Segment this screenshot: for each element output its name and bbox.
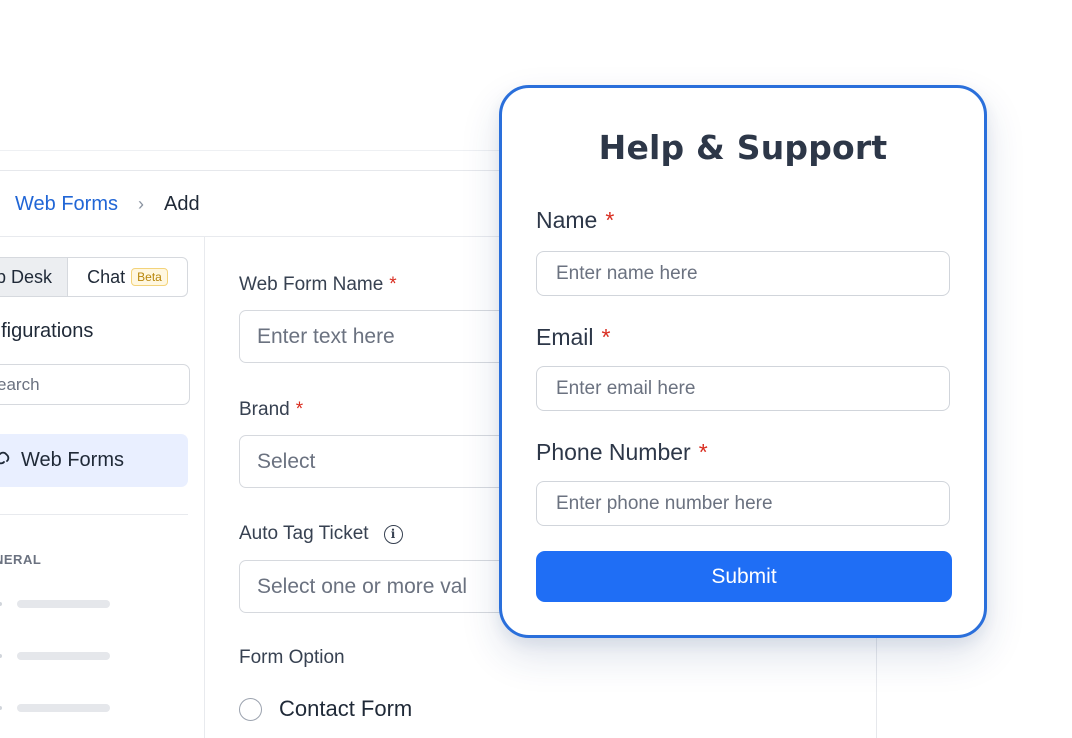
card-name-label: Name * — [536, 207, 614, 234]
card-phone-label-text: Phone Number — [536, 439, 691, 465]
sidebar-section-label: NERAL — [0, 552, 42, 567]
breadcrumb-link-web-forms[interactable]: Web Forms — [15, 193, 118, 216]
card-title: Help & Support — [598, 128, 888, 167]
auto-tag-label-text: Auto Tag Ticket — [239, 523, 369, 544]
brand-label: Brand * — [239, 399, 303, 421]
required-asterisk: * — [389, 274, 397, 295]
info-icon[interactable]: i — [383, 524, 403, 544]
auto-tag-label: Auto Tag Ticket i — [239, 523, 403, 545]
card-email-label-text: Email — [536, 324, 594, 350]
radio-contact-form[interactable]: Contact Form — [239, 696, 412, 722]
skeleton-line — [17, 704, 110, 712]
required-asterisk: * — [698, 439, 708, 465]
brand-select[interactable]: Select — [239, 435, 539, 488]
card-email-label: Email * — [536, 324, 610, 351]
skeleton-line — [17, 600, 110, 608]
name-input[interactable]: Enter name here — [536, 251, 950, 296]
sidebar-divider — [204, 237, 205, 738]
web-form-name-label: Web Form Name * — [239, 274, 397, 296]
sidebar-item-web-forms[interactable]: Web Forms — [0, 434, 188, 487]
radio-circle[interactable] — [239, 697, 262, 721]
product-switcher: p Desk Chat Beta — [0, 257, 188, 297]
web-form-name-input[interactable]: Enter text here — [239, 310, 539, 363]
required-asterisk: * — [605, 207, 615, 233]
tab-chat-label: Chat — [87, 266, 126, 287]
page: Web Forms › Add p Desk Chat Beta nfigura… — [0, 0, 1072, 738]
form-option-label: Form Option — [239, 647, 345, 669]
skeleton-dot — [0, 654, 2, 658]
skeleton-dot — [0, 602, 2, 606]
brand-label-text: Brand — [239, 399, 290, 420]
phone-placeholder: Enter phone number here — [556, 492, 773, 514]
help-support-card: Help & Support Name * Enter name here Em… — [499, 85, 987, 638]
breadcrumb: Web Forms › Add — [15, 188, 200, 220]
radio-contact-form-label: Contact Form — [279, 696, 413, 721]
web-form-name-label-text: Web Form Name — [239, 274, 384, 295]
required-asterisk: * — [295, 399, 304, 420]
sidebar-heading: nfigurations — [0, 320, 94, 342]
beta-badge: Beta — [131, 268, 168, 286]
email-input[interactable]: Enter email here — [536, 366, 950, 411]
submit-button[interactable]: Submit — [536, 551, 952, 602]
name-placeholder: Enter name here — [556, 262, 698, 284]
sidebar-separator — [0, 514, 188, 515]
email-placeholder: Enter email here — [556, 377, 696, 399]
sidebar-search-input[interactable]: earch — [0, 364, 190, 405]
skeleton-dot — [0, 706, 2, 710]
card-name-label-text: Name — [536, 207, 598, 233]
link-icon — [0, 447, 12, 475]
sidebar-item-web-forms-label: Web Forms — [21, 449, 124, 471]
card-phone-label: Phone Number * — [536, 439, 708, 466]
tab-help-desk-label: p Desk — [0, 266, 53, 287]
tab-chat[interactable]: Chat Beta — [68, 258, 187, 296]
skeleton-line — [17, 652, 110, 660]
phone-input[interactable]: Enter phone number here — [536, 481, 950, 526]
tab-help-desk[interactable]: p Desk — [0, 258, 68, 296]
auto-tag-select[interactable]: Select one or more val — [239, 560, 539, 613]
web-form-name-placeholder: Enter text here — [257, 324, 395, 348]
chevron-right-icon: › — [137, 193, 144, 214]
required-asterisk: * — [601, 324, 611, 350]
sidebar-search-placeholder: earch — [0, 374, 40, 394]
breadcrumb-current: Add — [163, 192, 200, 215]
brand-placeholder: Select — [257, 449, 316, 473]
auto-tag-placeholder: Select one or more val — [257, 574, 468, 598]
form-option-label-text: Form Option — [239, 647, 345, 668]
